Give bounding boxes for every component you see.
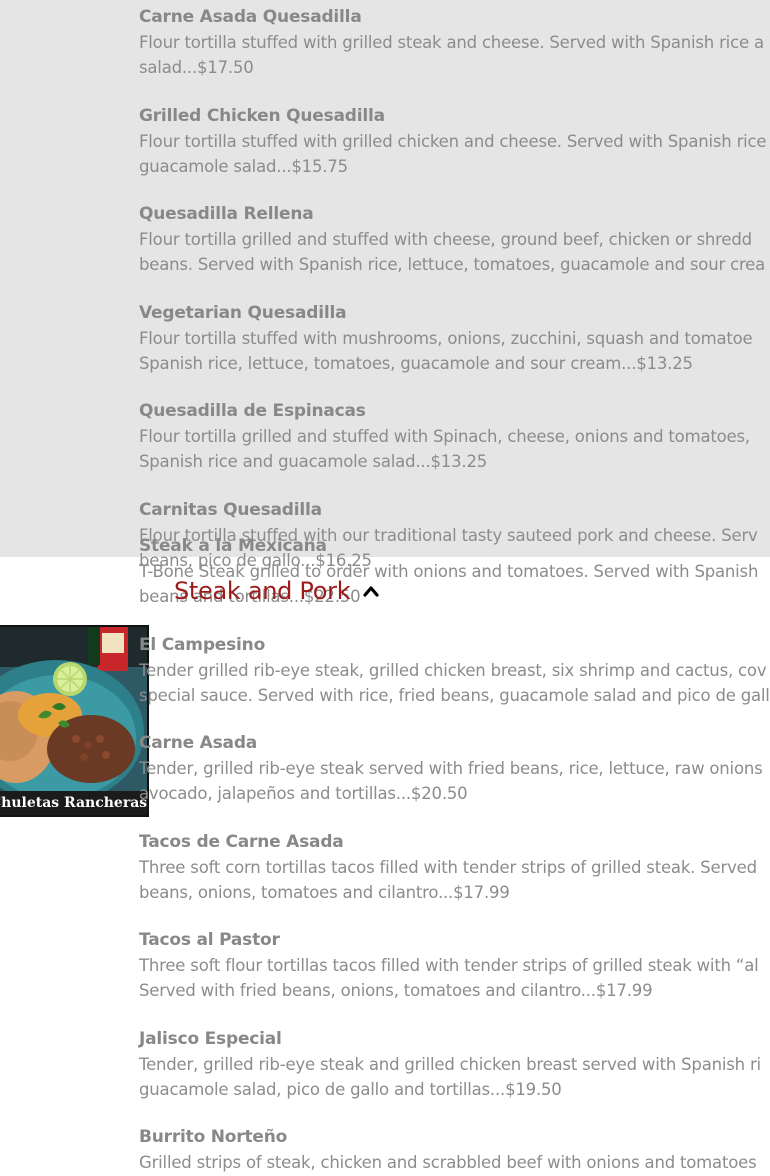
- menu-item-description: Tender grilled rib-eye steak, grilled ch…: [139, 661, 770, 705]
- menu-item: Grilled Chicken Quesadilla Flour tortill…: [139, 105, 770, 179]
- menu-item: El Campesino Tender grilled rib-eye stea…: [139, 634, 770, 708]
- menu-item-description: Tender, grilled rib-eye steak served wit…: [139, 759, 763, 803]
- menu-item-name: Carnitas Quesadilla: [139, 500, 322, 520]
- menu-item-description: Flour tortilla grilled and stuffed with …: [139, 230, 766, 274]
- menu-item-name: Steak a la Mexicana: [139, 536, 327, 556]
- menu-item: Carne Asada Quesadilla Flour tortilla st…: [139, 6, 770, 80]
- menu-item-description: Flour tortilla stuffed with grilled stea…: [139, 33, 764, 77]
- menu-item-description: Flour tortilla grilled and stuffed with …: [139, 427, 750, 471]
- menu-item: Burrito Norteño Grilled strips of steak,…: [139, 1126, 770, 1176]
- menu-item-name: Jalisco Especial: [139, 1029, 282, 1049]
- menu-item: Quesadilla de Espinacas Flour tortilla g…: [139, 400, 770, 474]
- menu-item-description: Tender, grilled rib-eye steak and grille…: [139, 1055, 761, 1099]
- menu-item-name: El Campesino: [139, 635, 266, 655]
- menu-item-name: Vegetarian Quesadilla: [139, 303, 347, 323]
- menu-item-name: Tacos de Carne Asada: [139, 832, 344, 852]
- image-caption: Chuletas Rancheras: [0, 791, 147, 815]
- menu-item: Carne Asada Tender, grilled rib-eye stea…: [139, 732, 770, 806]
- menu-item-name: Grilled Chicken Quesadilla: [139, 106, 385, 126]
- menu-item: Jalisco Especial Tender, grilled rib-eye…: [139, 1028, 770, 1102]
- menu-item-description: Flour tortilla stuffed with mushrooms, o…: [139, 329, 753, 373]
- menu-item-name: Quesadilla Rellena: [139, 204, 314, 224]
- menu-item-description: Three soft corn tortillas tacos filled w…: [139, 858, 757, 902]
- chevron-up-icon[interactable]: [362, 584, 380, 598]
- menu-item-description: Grilled strips of steak, chicken and scr…: [139, 1153, 757, 1172]
- section-header-steak-and-pork[interactable]: Steak and Pork: [174, 576, 380, 606]
- menu-item-description: Flour tortilla stuffed with grilled chic…: [139, 132, 767, 176]
- menu-item-name: Tacos al Pastor: [139, 930, 280, 950]
- section-image[interactable]: Chuletas Rancheras: [0, 625, 149, 817]
- quesadilla-section-panel: Carne Asada Quesadilla Flour tortilla st…: [0, 0, 770, 570]
- menu-item: Tacos al Pastor Three soft flour tortill…: [139, 929, 770, 1003]
- menu-item-name: Burrito Norteño: [139, 1127, 288, 1147]
- menu-item: Vegetarian Quesadilla Flour tortilla stu…: [139, 302, 770, 376]
- section-title[interactable]: Steak and Pork: [174, 577, 351, 605]
- menu-item-name: Quesadilla de Espinacas: [139, 401, 366, 421]
- menu-item: Quesadilla Rellena Flour tortilla grille…: [139, 203, 770, 277]
- food-plate-image: [0, 627, 147, 815]
- menu-item-name: Carne Asada Quesadilla: [139, 7, 362, 27]
- menu-item-description: Three soft flour tortillas tacos filled …: [139, 956, 759, 1000]
- menu-item-name: Carne Asada: [139, 733, 258, 753]
- menu-item: Tacos de Carne Asada Three soft corn tor…: [139, 831, 770, 905]
